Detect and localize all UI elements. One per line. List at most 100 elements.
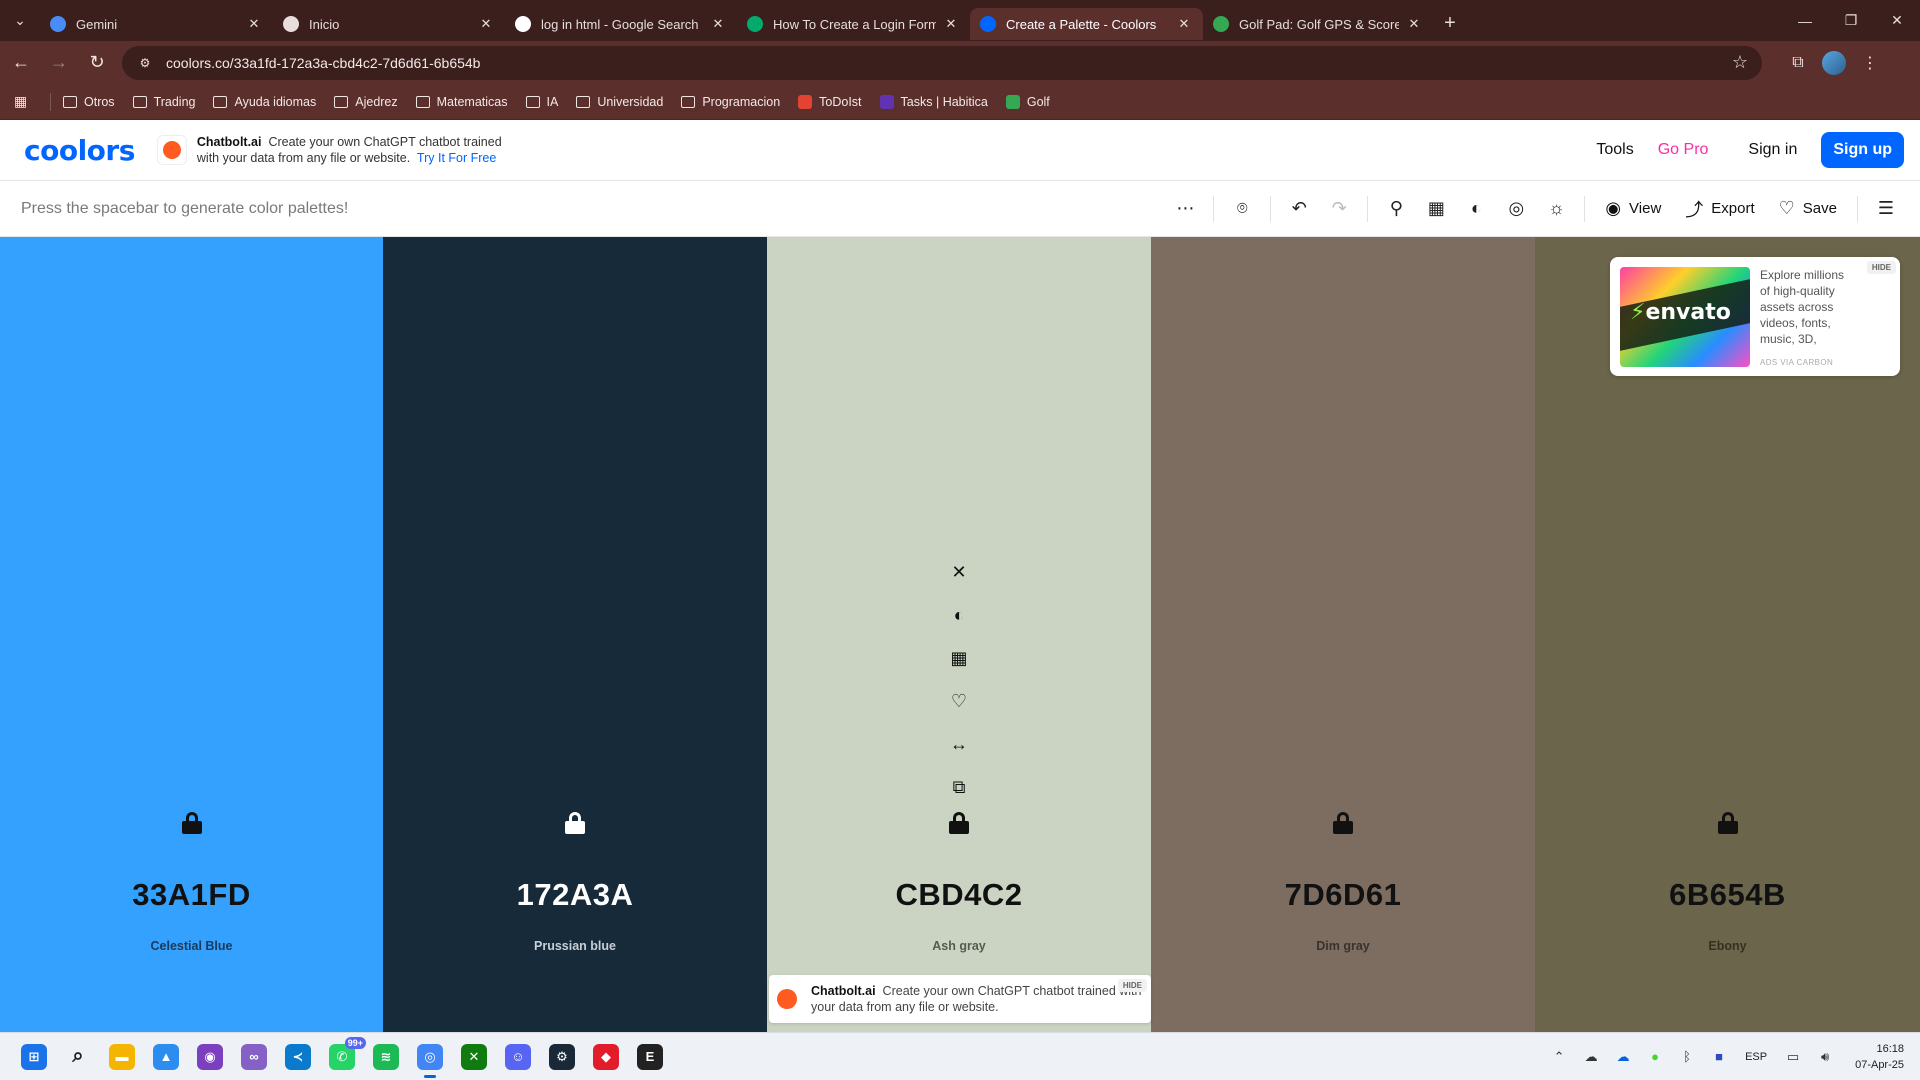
browser-tab[interactable]: Create a Palette - Coolors ✕ — [970, 8, 1203, 40]
export-button[interactable]: ⤴ Export — [1685, 196, 1754, 222]
header-ad[interactable]: Chatbolt.ai Create your own ChatGPT chat… — [156, 134, 527, 166]
shades-icon[interactable]: ▦ — [944, 637, 974, 680]
bookmark-item[interactable]: Universidad — [576, 95, 663, 109]
save-button[interactable]: ♡ Save — [1779, 198, 1837, 219]
palette-color-column[interactable]: 7D6D61 Dim gray — [1151, 237, 1535, 1032]
go-pro-link[interactable]: Go Pro — [1658, 141, 1709, 159]
browser-menu-icon[interactable]: ⋮ — [1852, 46, 1888, 80]
remove-color-icon[interactable]: ✕ — [944, 551, 974, 594]
bookmark-item[interactable]: Ayuda idiomas — [213, 95, 316, 109]
tab-search-button[interactable]: ⌄ — [0, 0, 40, 41]
razer-icon[interactable]: ● — [1639, 1041, 1671, 1073]
file-explorer-icon[interactable]: ▬ — [100, 1035, 144, 1079]
bookmark-item[interactable]: Programacion — [681, 95, 780, 109]
undo-icon[interactable]: ↶ — [1279, 189, 1319, 229]
hide-ad-button[interactable]: HIDE — [1866, 261, 1896, 274]
close-tab-icon[interactable]: ✕ — [245, 16, 263, 32]
color-hex-code[interactable]: 172A3A — [383, 877, 767, 913]
palette-color-column[interactable]: 33A1FD Celestial Blue — [0, 237, 383, 1032]
contrast-icon[interactable]: ◐ — [1456, 189, 1496, 229]
app-icon[interactable]: ◆ — [584, 1035, 628, 1079]
hide-bottom-ad-button[interactable]: HIDE — [1117, 979, 1147, 992]
vscode-icon[interactable]: ≺ — [276, 1035, 320, 1079]
lock-icon[interactable] — [181, 812, 202, 834]
tray-overflow-icon[interactable]: ⌃ — [1543, 1041, 1575, 1073]
header-ad-cta[interactable]: Try It For Free — [417, 151, 496, 165]
color-hex-code[interactable]: 6B654B — [1535, 877, 1920, 913]
color-hex-code[interactable]: 7D6D61 — [1151, 877, 1535, 913]
more-options-icon[interactable]: ⋯ — [1165, 189, 1205, 229]
lock-icon[interactable] — [1717, 812, 1738, 834]
onedrive-icon[interactable]: ☁ — [1607, 1041, 1639, 1073]
color-hex-code[interactable]: 33A1FD — [0, 877, 383, 913]
browser-tab[interactable]: Inicio ✕ — [273, 8, 505, 40]
network-icon[interactable]: ▭ — [1777, 1041, 1809, 1073]
close-window-button[interactable]: ✕ — [1874, 0, 1920, 41]
carbon-ad-card[interactable]: ⚡envato Explore millions of high-quality… — [1610, 257, 1900, 376]
whatsapp-icon[interactable]: ✆ 99+ — [320, 1035, 366, 1079]
view-button[interactable]: ◉ View — [1605, 198, 1661, 219]
palette-color-column[interactable]: 172A3A Prussian blue — [383, 237, 767, 1032]
contrast-check-icon[interactable]: ◐ — [944, 594, 974, 637]
bluetooth-icon[interactable]: ᛒ — [1671, 1041, 1703, 1073]
bookmark-item[interactable]: Matematicas — [415, 95, 508, 109]
hamburger-menu-icon[interactable]: ☰ — [1866, 189, 1906, 229]
site-info-icon[interactable]: ⚙ — [136, 54, 154, 72]
favorite-color-icon[interactable]: ♡ — [944, 680, 974, 723]
ads-via-carbon[interactable]: ADS VIA CARBON — [1760, 358, 1833, 367]
copy-hex-icon[interactable]: ⧉ — [944, 766, 974, 809]
palette-color-column[interactable]: ✕ ◐ ▦ ♡ ↔ ⧉ CBD4C2 Ash gray — [767, 237, 1151, 1032]
lock-icon[interactable] — [1333, 812, 1353, 834]
drag-icon[interactable]: ↔ — [944, 723, 974, 766]
bookmark-item[interactable]: Golf — [1005, 94, 1050, 109]
color-blindness-icon[interactable]: ◎ — [1496, 189, 1536, 229]
search-icon[interactable]: ⌕ — [56, 1035, 100, 1079]
close-tab-icon[interactable]: ✕ — [1175, 16, 1193, 32]
close-tab-icon[interactable]: ✕ — [709, 16, 727, 32]
start-icon[interactable]: ⊞ — [12, 1035, 56, 1079]
reload-button[interactable]: ↻ — [80, 46, 114, 80]
back-button[interactable]: ← — [4, 46, 38, 80]
spotify-icon[interactable]: ≋ — [364, 1035, 408, 1079]
bookmark-star-icon[interactable]: ☆ — [1732, 52, 1748, 73]
redo-icon[interactable]: ↷ — [1319, 189, 1359, 229]
cloud-icon[interactable]: ☁ — [1575, 1041, 1607, 1073]
minimize-button[interactable]: — — [1782, 0, 1828, 41]
grid-view-icon[interactable]: ▦ — [1416, 189, 1456, 229]
bookmark-item[interactable]: Trading — [132, 95, 195, 109]
bookmark-item[interactable]: IA — [525, 95, 558, 109]
browser-tab[interactable]: log in html - Google Search ✕ — [505, 8, 737, 40]
adjust-palette-icon[interactable]: ⚲ — [1376, 189, 1416, 229]
discord-icon[interactable]: ☺ — [496, 1035, 540, 1079]
tools-menu[interactable]: Tools — [1596, 141, 1633, 159]
bookmark-item[interactable]: Otros — [63, 95, 115, 109]
epic-games-icon[interactable]: E — [628, 1035, 672, 1079]
browser-tab[interactable]: Golf Pad: Golf GPS & Scorecard ✕ — [1203, 8, 1433, 40]
forward-button[interactable]: → — [42, 46, 76, 80]
apps-grid-icon[interactable]: ▦ — [14, 93, 36, 110]
sign-in-link[interactable]: Sign in — [1748, 141, 1797, 159]
extensions-icon[interactable]: ⧉ — [1780, 46, 1816, 80]
profile-avatar[interactable] — [1822, 50, 1846, 75]
chrome-icon[interactable]: ◎ — [408, 1035, 452, 1079]
visual-studio-icon[interactable]: ∞ — [232, 1035, 276, 1079]
steam-icon[interactable]: ⚙ — [540, 1035, 584, 1079]
color-hex-code[interactable]: CBD4C2 — [767, 877, 1151, 913]
address-bar[interactable]: ⚙ coolors.co/33a1fd-172a3a-cbd4c2-7d6d61… — [122, 45, 1762, 80]
github-desktop-icon[interactable]: ◉ — [188, 1035, 232, 1079]
photos-icon[interactable]: ▲ — [144, 1035, 188, 1079]
close-tab-icon[interactable]: ✕ — [1405, 16, 1423, 32]
bookmark-item[interactable]: Ajedrez — [334, 95, 398, 109]
sign-up-button[interactable]: Sign up — [1821, 132, 1904, 168]
new-tab-button[interactable]: + — [1433, 8, 1467, 40]
security-icon[interactable]: ■ — [1703, 1041, 1735, 1073]
browser-tab[interactable]: How To Create a Login Form ✕ — [737, 8, 970, 40]
volume-icon[interactable]: 🔊︎ — [1809, 1041, 1841, 1073]
camera-icon[interactable]: ⌾ — [1222, 189, 1262, 229]
xbox-icon[interactable]: ✕ — [452, 1035, 496, 1079]
lock-icon[interactable] — [565, 812, 585, 834]
lock-icon[interactable] — [949, 812, 969, 834]
language-indicator[interactable]: ESP — [1745, 1051, 1767, 1063]
coolors-logo[interactable]: coolors — [24, 134, 135, 167]
brightness-icon[interactable]: ☼ — [1536, 189, 1576, 229]
